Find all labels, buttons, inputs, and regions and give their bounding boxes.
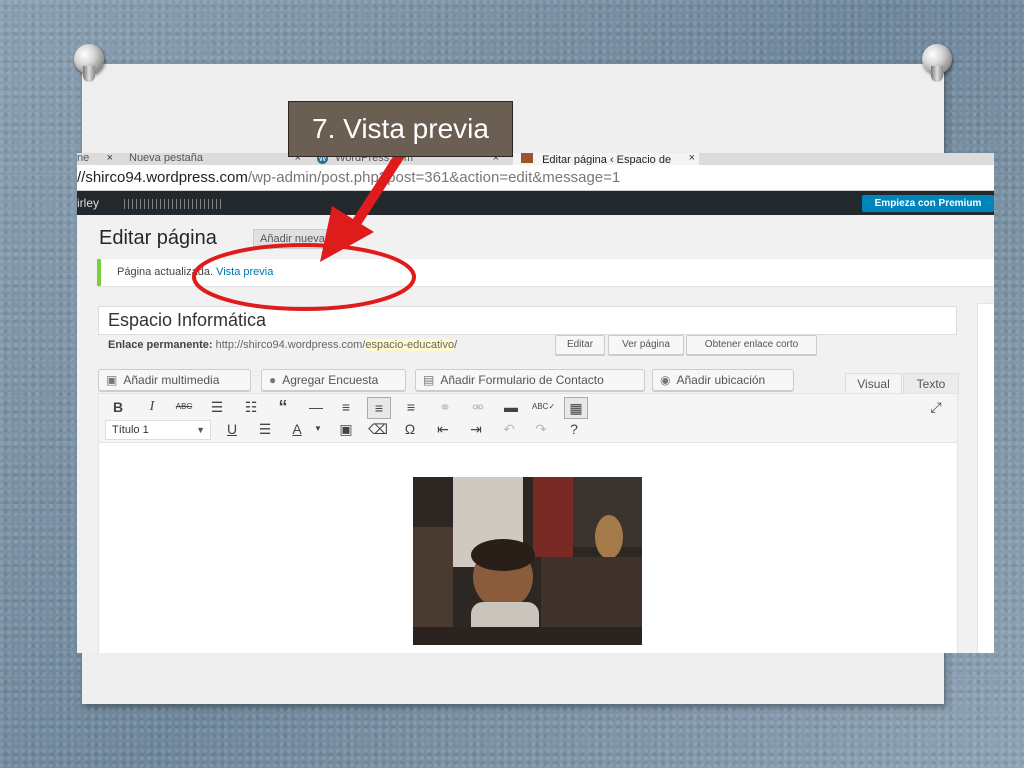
media-icon: ▣ <box>106 373 118 387</box>
editor-toolbar: B I ABC ☰ ☷ “ — ≡ ≡ ≡ ⚭ ⚮ ▬ ABC✓ ▦ ⤢ Tít… <box>99 394 957 443</box>
add-poll-button[interactable]: ● Agregar Encuesta <box>261 369 406 391</box>
browser-screenshot: ne × Nueva pestaña × W WordPress.com × E… <box>77 153 994 653</box>
browser-tab[interactable]: ne × <box>77 153 117 165</box>
special-character-icon[interactable]: Ω <box>399 419 421 439</box>
chevron-down-icon[interactable]: ▼ <box>307 419 329 439</box>
format-select[interactable]: Título 1 ▼ <box>105 420 211 440</box>
browser-tab-bar: ne × Nueva pestaña × W WordPress.com × E… <box>77 153 994 165</box>
form-icon: ▤ <box>423 373 435 387</box>
wp-admin-bar: irley Empieza con Premium <box>77 191 994 215</box>
view-page-button[interactable]: Ver página <box>608 335 684 355</box>
permalink-slug[interactable]: espacio-educativo <box>365 339 455 351</box>
italic-icon[interactable]: I <box>141 397 163 417</box>
button-label: Agregar Encuesta <box>282 373 379 387</box>
page-title: Editar página <box>99 227 217 249</box>
post-title-input[interactable]: Espacio Informática <box>98 306 957 335</box>
step-callout: 7. Vista previa <box>288 101 513 157</box>
align-left-icon[interactable]: ≡ <box>335 397 357 417</box>
numbered-list-icon[interactable]: ☷ <box>240 397 262 417</box>
close-icon[interactable]: × <box>107 153 113 164</box>
align-center-icon[interactable]: ≡ <box>367 397 391 419</box>
fullscreen-icon[interactable]: ⤢ <box>925 397 947 417</box>
spellcheck-icon[interactable]: ABC✓ <box>532 397 555 417</box>
close-icon[interactable]: × <box>689 153 695 164</box>
permalink-label: Enlace permanente: <box>108 339 213 351</box>
sidebar-panel <box>977 303 994 653</box>
add-location-button[interactable]: ◉ Añadir ubicación <box>652 369 794 391</box>
admin-bar-site-name[interactable]: irley <box>77 196 99 210</box>
button-label: Añadir multimedia <box>123 373 220 387</box>
update-notice: Página actualizada. Vista previa <box>97 259 994 286</box>
favicon-icon <box>521 153 533 163</box>
add-contact-form-button[interactable]: ▤ Añadir Formulario de Contacto <box>415 369 645 391</box>
paste-as-text-icon[interactable]: ▣ <box>335 419 357 439</box>
insert-link-icon[interactable]: ⚭ <box>434 397 456 417</box>
remove-link-icon[interactable]: ⚮ <box>467 397 489 417</box>
photo-illustration <box>413 477 642 645</box>
horizontal-line-icon[interactable]: — <box>305 397 327 417</box>
edit-permalink-button[interactable]: Editar <box>555 335 605 355</box>
align-right-icon[interactable]: ≡ <box>400 397 422 417</box>
add-new-button[interactable]: Añadir nueva <box>253 229 335 249</box>
format-select-value: Título 1 <box>112 424 149 436</box>
clear-formatting-icon[interactable]: ⌫ <box>367 419 389 439</box>
embedded-photo[interactable] <box>413 477 642 645</box>
bold-icon[interactable]: B <box>107 397 129 417</box>
outdent-icon[interactable]: ⇤ <box>432 419 454 439</box>
content-editor[interactable]: B I ABC ☰ ☷ “ — ≡ ≡ ≡ ⚭ ⚮ ▬ ABC✓ ▦ ⤢ Tít… <box>98 393 958 653</box>
tab-label: Editar página ‹ Espacio de <box>542 154 672 166</box>
get-shortlink-button[interactable]: Obtener enlace corto <box>686 335 817 355</box>
address-bar[interactable]: //shirco94.wordpress.com/wp-admin/post.p… <box>77 165 994 191</box>
underline-icon[interactable]: U <box>221 419 243 439</box>
stats-sparkline-icon[interactable] <box>124 199 224 209</box>
text-color-icon[interactable]: A <box>286 419 308 439</box>
premium-button[interactable]: Empieza con Premium <box>862 195 994 212</box>
location-icon: ◉ <box>660 373 671 387</box>
permalink-base: http://shirco94.wordpress.com/ <box>215 339 366 351</box>
button-label: Añadir ubicación <box>676 373 766 387</box>
read-more-icon[interactable]: ▬ <box>500 397 522 417</box>
permalink-row: Enlace permanente: http://shirco94.wordp… <box>108 338 457 352</box>
add-media-button[interactable]: ▣ Añadir multimedia <box>98 369 251 391</box>
chevron-down-icon: ▼ <box>196 425 205 435</box>
help-icon[interactable]: ? <box>563 419 585 439</box>
toolbar-toggle-icon[interactable]: ▦ <box>564 397 588 419</box>
browser-tab[interactable]: Nueva pestaña × <box>125 153 305 165</box>
justify-icon[interactable]: ☰ <box>254 419 276 439</box>
undo-icon[interactable]: ↶ <box>498 419 520 439</box>
bullet-list-icon[interactable]: ☰ <box>206 397 228 417</box>
pushpin-right-icon <box>922 44 952 82</box>
notice-text: Página actualizada. <box>117 266 214 278</box>
strikethrough-icon[interactable]: ABC <box>173 397 195 417</box>
permalink-end: / <box>454 339 458 351</box>
browser-tab-active[interactable]: Editar página ‹ Espacio de × <box>513 153 699 165</box>
tab-label: ne <box>77 153 90 164</box>
button-label: Añadir Formulario de Contacto <box>440 373 604 387</box>
poll-icon: ● <box>269 373 277 387</box>
blockquote-icon[interactable]: “ <box>272 397 294 417</box>
url-host: //shirco94.wordpress.com <box>77 169 248 186</box>
tab-label: Nueva pestaña <box>129 153 203 164</box>
redo-icon[interactable]: ↷ <box>530 419 552 439</box>
tab-text[interactable]: Texto <box>903 373 959 394</box>
tab-visual[interactable]: Visual <box>845 373 902 394</box>
indent-icon[interactable]: ⇥ <box>465 419 487 439</box>
url-path: /wp-admin/post.php?post=361&action=edit&… <box>247 169 621 186</box>
pushpin-left-icon <box>74 44 104 82</box>
preview-link[interactable]: Vista previa <box>216 266 273 278</box>
